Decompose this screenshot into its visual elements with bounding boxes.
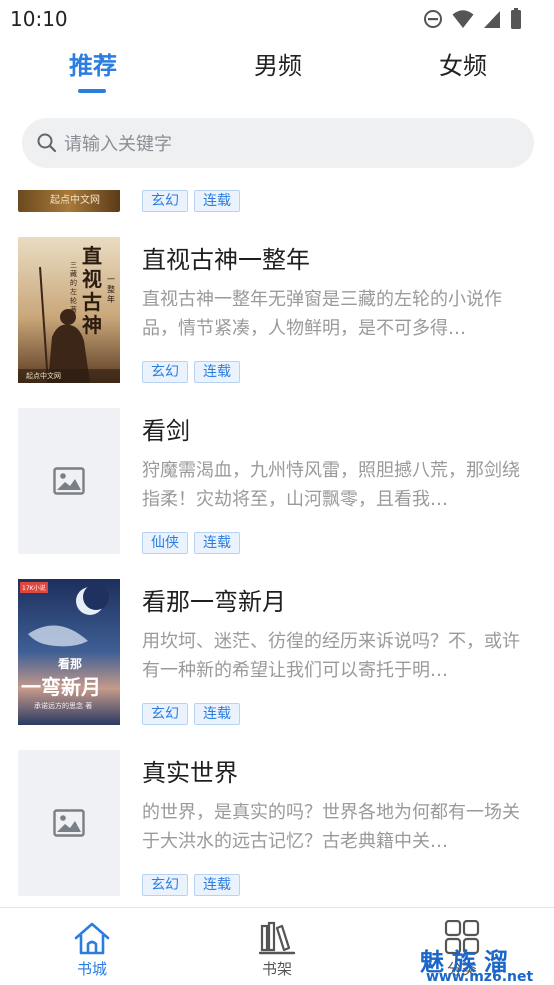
status-tag: 连载 — [194, 874, 240, 896]
cover-subtitle-text: 一整年 — [107, 275, 115, 304]
genre-tag: 玄幻 — [142, 190, 188, 212]
cellular-signal-icon — [484, 11, 500, 28]
image-placeholder-icon — [53, 467, 85, 495]
genre-tag: 玄幻 — [142, 361, 188, 383]
book-title: 看那一弯新月 — [142, 588, 286, 616]
cover-badge-text: 17K小说 — [20, 582, 48, 593]
book-item[interactable]: 17K小说 看那 一弯新月 承诺远方的思念 著 看那一弯新月 用坎坷、迷茫、彷徨… — [0, 579, 554, 750]
status-tag: 连载 — [194, 361, 240, 383]
partial-book-cover[interactable]: 起点中文网 — [18, 190, 120, 212]
cover-publisher-text: 起点中文网 — [26, 372, 61, 380]
image-placeholder-icon — [53, 809, 85, 837]
tab-male[interactable]: 男频 — [254, 46, 302, 81]
nav-bookshelf[interactable]: 书架 — [217, 908, 337, 985]
home-icon — [74, 922, 110, 955]
genre-tag: 仙侠 — [142, 532, 188, 554]
category-tabs: 推荐 男频 女频 — [0, 46, 554, 98]
cover-publisher-text: 起点中文网 — [50, 195, 100, 206]
status-bar: 10:10 — [0, 0, 554, 38]
cover-author-text: 承诺远方的思念 著 — [34, 702, 93, 710]
nav-bookstore[interactable]: 书城 — [32, 908, 152, 985]
book-title: 看剑 — [142, 417, 190, 445]
tab-indicator — [78, 89, 106, 93]
book-description: 狩魔需渴血，九州恃风雷，照胆撼八荒，那剑绕指柔！灾劫将至，山河飘零，且看我… — [142, 460, 520, 510]
site-watermark: 魅族溜 www.mz6.net — [418, 942, 548, 985]
bookshelf-icon — [258, 921, 296, 955]
watermark-url: www.mz6.net — [426, 969, 534, 985]
app-screen: 10:10 推荐 男频 女频 请输入关键字 起点中文网 玄幻 连载 直视古神 一… — [0, 0, 554, 985]
search-placeholder: 请输入关键字 — [64, 134, 172, 155]
book-title: 直视古神一整年 — [142, 246, 310, 274]
wifi-icon — [452, 10, 474, 28]
status-time: 10:10 — [10, 7, 68, 31]
status-tag: 连载 — [194, 703, 240, 725]
cover-author-text: 三藏的左轮 著 — [70, 261, 77, 314]
genre-tag: 玄幻 — [142, 874, 188, 896]
book-item[interactable]: 看剑 狩魔需渴血，九州恃风雷，照胆撼八荒，那剑绕指柔！灾劫将至，山河飘零，且看我… — [0, 408, 554, 579]
status-icons — [423, 8, 522, 30]
book-item[interactable]: 真实世界 的世界，是真实的吗？世界各地为何都有一场关于大洪水的远古记忆？古老典籍… — [0, 750, 554, 907]
battery-icon — [511, 8, 521, 29]
tab-female[interactable]: 女频 — [439, 46, 487, 81]
book-description: 用坎坷、迷茫、彷徨的经历来诉说吗？不，或许有一种新的希望让我们可以寄托于明… — [142, 631, 520, 681]
book-item[interactable]: 直视古神 一整年 三藏的左轮 著 起点中文网 直视古神一整年 直视古神一整年无弹… — [0, 237, 554, 408]
book-cover-placeholder — [18, 408, 120, 554]
book-cover: 直视古神 一整年 三藏的左轮 著 起点中文网 — [18, 237, 120, 383]
status-tag: 连载 — [194, 532, 240, 554]
book-cover: 17K小说 看那 一弯新月 承诺远方的思念 著 — [18, 579, 120, 725]
book-list[interactable]: 起点中文网 玄幻 连载 直视古神 一整年 三藏的左轮 著 起点中文网 直视古神一… — [0, 180, 554, 907]
cover-title-text: 直视古神 — [82, 244, 102, 337]
nav-label: 书架 — [261, 960, 292, 978]
book-title: 真实世界 — [142, 759, 238, 787]
do-not-disturb-icon — [424, 10, 442, 28]
tab-recommended[interactable]: 推荐 — [69, 46, 117, 81]
book-description: 直视古神一整年无弹窗是三藏的左轮的小说作品，情节紧凑，人物鲜明，是不可多得… — [142, 289, 502, 339]
cover-title-big: 一弯新月 — [21, 675, 101, 699]
cover-title-small: 看那 — [58, 657, 83, 671]
book-cover-placeholder — [18, 750, 120, 896]
status-tag: 连载 — [194, 190, 240, 212]
genre-tag: 玄幻 — [142, 703, 188, 725]
search-input[interactable]: 请输入关键字 — [22, 118, 534, 168]
nav-label: 书城 — [76, 960, 107, 978]
search-icon — [37, 133, 57, 153]
book-description: 的世界，是真实的吗？世界各地为何都有一场关于大洪水的远古记忆？古老典籍中关… — [142, 802, 520, 852]
